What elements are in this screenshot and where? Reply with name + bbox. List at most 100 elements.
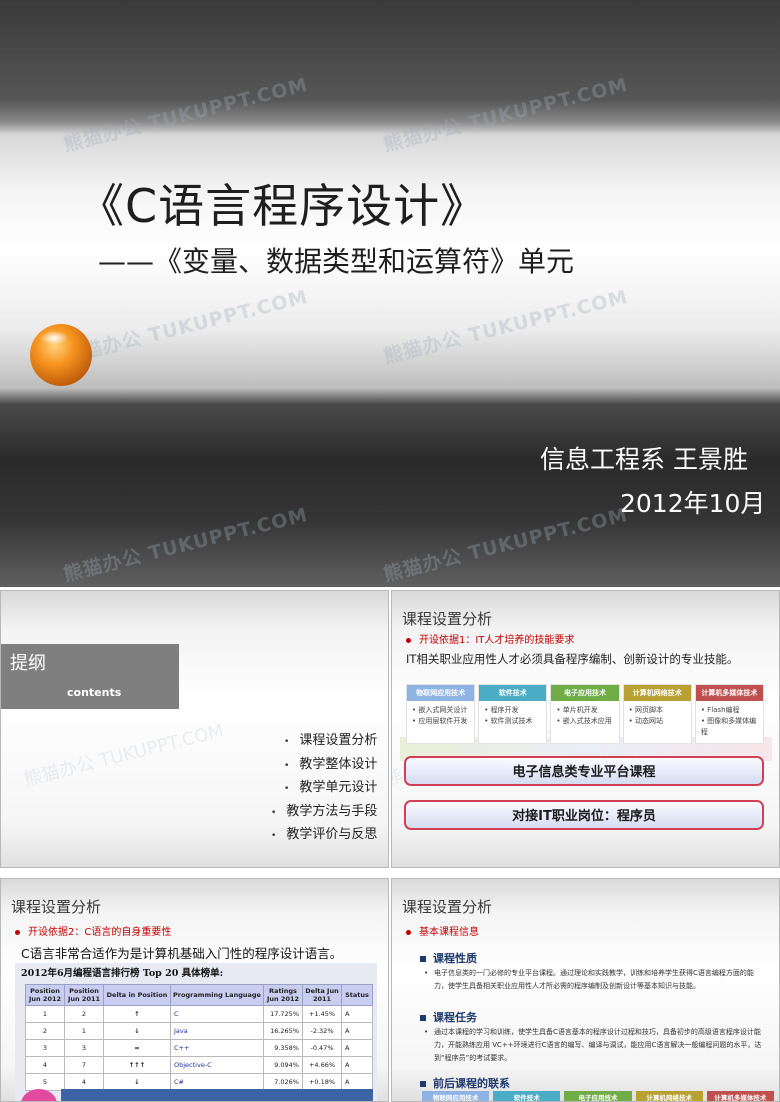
column-item: • 嵌入式网关设计 bbox=[412, 706, 468, 714]
author-line: 信息工程系 王景胜 bbox=[540, 445, 748, 474]
square-bullet-icon bbox=[420, 1081, 426, 1087]
slide-title: 课程设置分析 bbox=[11, 898, 102, 916]
toc-item[interactable]: • 教学方法与手段 bbox=[271, 800, 377, 824]
triple-arrow-up-icon: ↑↑↑ bbox=[103, 1056, 171, 1074]
cell: 1 bbox=[64, 1022, 104, 1040]
cell: -0.47% bbox=[302, 1039, 342, 1057]
related-course-tabs: 物联网应用技术 软件技术 电子应用技术 计算机网络技术 计算机多媒体技术 bbox=[422, 1091, 775, 1101]
watermark: 熊猫办公 TUKUPPT.COM bbox=[21, 720, 226, 791]
cell: A bbox=[341, 1005, 373, 1023]
related-course-tab: 计算机网络技术 bbox=[635, 1091, 703, 1101]
skill-column: 软件技术 • 程序开发 • 软件测试技术 bbox=[478, 684, 548, 744]
ranking-statement: C语言非常合适作为是计算机基础入门性的程序设计语言。 bbox=[21, 946, 343, 961]
bullet-dot-icon bbox=[406, 637, 411, 643]
cell: A bbox=[341, 1022, 373, 1040]
watermark: 熊猫办公 TUKUPPT.COM bbox=[381, 503, 631, 586]
basis-line: 基本课程信息 bbox=[406, 923, 479, 938]
section-paragraph: • 通过本课程的学习和训练，使学生具备C语言基本的程序设计过程和技巧，具备初步的高… bbox=[424, 1028, 762, 1062]
skill-column: 计算机网络技术 • 网页脚本 • 动态网站 bbox=[622, 684, 692, 744]
equal-icon: = bbox=[103, 1039, 171, 1057]
related-course-tab: 软件技术 bbox=[493, 1091, 561, 1101]
section-heading: 课程任务 bbox=[420, 1009, 477, 1025]
job-banner: 对接IT职业岗位：程序员 bbox=[404, 800, 764, 830]
column-item: • 程序开发 bbox=[484, 706, 519, 714]
column-item: • 应用层软件开发 bbox=[412, 717, 468, 725]
arrow-up-icon: ↑ bbox=[103, 1005, 171, 1023]
cell: 2 bbox=[64, 1005, 104, 1023]
toc-item[interactable]: • 教学评价与反思 bbox=[271, 823, 377, 847]
toc-heading-en: contents bbox=[67, 686, 122, 699]
cell: 7.026% bbox=[263, 1073, 303, 1091]
course-info-slide: 课程设置分析 基本课程信息 课程性质 • 电子信息类的一门必修的专业平台课程。通过… bbox=[391, 878, 780, 1102]
watermark: 熊猫办公 TUKUPPT.COM bbox=[381, 285, 631, 368]
orange-orb-logo-icon bbox=[30, 324, 92, 386]
column-header: Delta Jun 2011 bbox=[302, 984, 342, 1006]
column-header: Programming Language bbox=[170, 984, 264, 1006]
skill-column: 电子应用技术 • 单片机开发 • 嵌入式技术应用 bbox=[550, 684, 620, 744]
related-course-tab: 物联网应用技术 bbox=[422, 1091, 490, 1101]
column-item: • 动态网站 bbox=[628, 717, 663, 725]
cell: C# bbox=[170, 1073, 264, 1091]
arrow-down-icon: ↓ bbox=[103, 1022, 171, 1040]
cell: A bbox=[341, 1039, 373, 1057]
column-item: • 软件测试技术 bbox=[484, 717, 533, 725]
bullet-dot-icon bbox=[406, 929, 411, 935]
cell: C bbox=[170, 1005, 264, 1023]
watermark: 熊猫办公 TUKUPPT.COM bbox=[61, 503, 311, 586]
table-row: 3 3 = C++ 9.358% -0.47% A bbox=[25, 1039, 373, 1057]
cell: 5 bbox=[25, 1073, 65, 1091]
cell: 9.094% bbox=[263, 1056, 303, 1074]
cell: A bbox=[341, 1073, 373, 1091]
toc-slide: 熊猫办公 TUKUPPT.COM 提纲 contents • 课程设置分析 • 教学… bbox=[0, 590, 389, 868]
skills-slide: 熊猫办公 TUKUPPT.COM 课程设置分析 开设依据1：IT人才培养的技能要… bbox=[391, 590, 780, 868]
column-header: 计算机网络技术 bbox=[623, 685, 691, 701]
ranking-table: Position Jun 2012 Position Jun 2011 Delt… bbox=[25, 984, 373, 1091]
table-row: 2 1 ↓ Java 16.265% -2.32% A bbox=[25, 1022, 373, 1040]
column-item: • Flash编程 bbox=[700, 706, 740, 714]
toc-item[interactable]: • 教学整体设计 bbox=[271, 753, 377, 777]
watermark: 熊猫办公 TUKUPPT.COM bbox=[61, 73, 311, 156]
cell: 1 bbox=[25, 1005, 65, 1023]
bullet-dot-icon bbox=[15, 929, 20, 935]
column-header: 电子应用技术 bbox=[551, 685, 619, 701]
section-heading: 课程性质 bbox=[420, 950, 477, 966]
related-course-tab: 电子应用技术 bbox=[564, 1091, 632, 1101]
cell: 2 bbox=[25, 1022, 65, 1040]
presentation-subtitle: ——《变量、数据类型和运算符》单元 bbox=[98, 245, 575, 278]
toc-item[interactable]: • 教学单元设计 bbox=[271, 776, 377, 800]
column-header: Ratings Jun 2012 bbox=[263, 984, 303, 1006]
ranking-table-box: 2012年6月编程语言排行榜 Top 20 具体榜单: Position Jun… bbox=[15, 963, 377, 1101]
column-header: Status bbox=[341, 984, 373, 1006]
cell: A bbox=[341, 1056, 373, 1074]
column-header: Delta in Position bbox=[103, 984, 171, 1006]
column-header: 计算机多媒体技术 bbox=[695, 685, 764, 701]
table-row: 4 7 ↑↑↑ Objective-C 9.094% +4.66% A bbox=[25, 1056, 373, 1074]
skills-statement: IT相关职业应用性人才必须具备程序编制、创新设计的专业技能。 bbox=[406, 652, 739, 666]
cell: 4 bbox=[25, 1056, 65, 1074]
platform-course-banner: 电子信息类专业平台课程 bbox=[404, 756, 764, 786]
cell: 3 bbox=[64, 1039, 104, 1057]
cell: C++ bbox=[170, 1039, 264, 1057]
column-header: Position Jun 2011 bbox=[64, 984, 104, 1006]
column-header: 物联网应用技术 bbox=[407, 685, 475, 701]
ranking-slide: 课程设置分析 开设依据2：C语言的自身重要性 C语言非常合适作为是计算机基础入门… bbox=[0, 878, 389, 1102]
skill-column: 物联网应用技术 • 嵌入式网关设计 • 应用层软件开发 bbox=[406, 684, 476, 744]
column-item: • 网页脚本 bbox=[628, 706, 663, 714]
cell: 7 bbox=[64, 1056, 104, 1074]
toc-heading: 提纲 bbox=[10, 653, 46, 674]
cell: +4.66% bbox=[302, 1056, 342, 1074]
column-item: • 图像和多媒体编程 bbox=[700, 717, 757, 736]
column-header: Position Jun 2012 bbox=[25, 984, 65, 1006]
cell: 4 bbox=[64, 1073, 104, 1091]
ranking-table-title: 2012年6月编程语言排行榜 Top 20 具体榜单: bbox=[21, 968, 224, 979]
skill-column: 计算机多媒体技术 • Flash编程 • 图像和多媒体编程 bbox=[694, 684, 765, 744]
cell: 17.725% bbox=[263, 1005, 303, 1023]
cell: Objective-C bbox=[170, 1056, 264, 1074]
skill-columns: 物联网应用技术 • 嵌入式网关设计 • 应用层软件开发 软件技术 • 程序开发 … bbox=[406, 684, 765, 744]
basis-line: 开设依据1：IT人才培养的技能要求 bbox=[406, 631, 574, 646]
toc-item[interactable]: • 课程设置分析 bbox=[271, 729, 377, 753]
date-line: 2012年10月 bbox=[620, 489, 766, 518]
column-header: 软件技术 bbox=[479, 685, 547, 701]
cell: 16.265% bbox=[263, 1022, 303, 1040]
toc-header-box: 提纲 contents bbox=[1, 644, 179, 709]
